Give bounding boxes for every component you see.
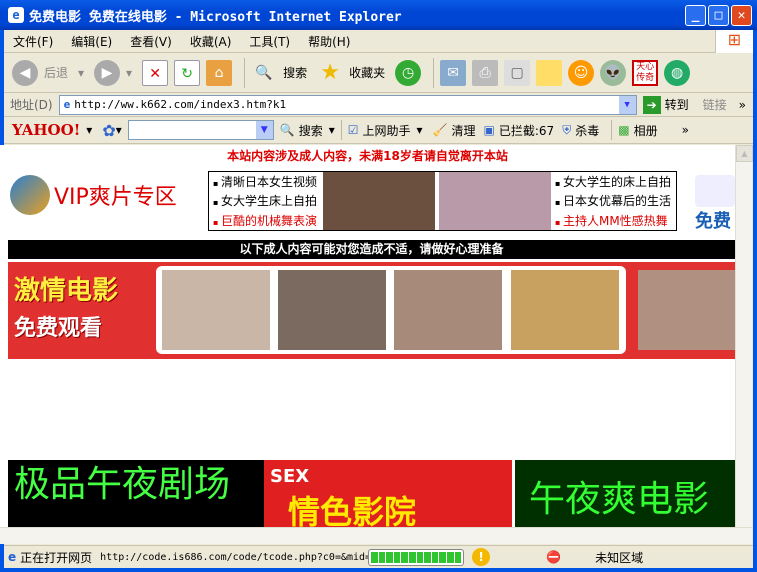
mail-icon[interactable]: ✉	[440, 59, 467, 86]
ad-link[interactable]: 女大学生的床上自拍	[555, 173, 671, 190]
side-ad-text: 免费	[695, 211, 731, 232]
menu-edit[interactable]: 编辑(E)	[62, 33, 121, 50]
thumbnail-strip	[156, 266, 626, 354]
search-button[interactable]: 搜索	[283, 64, 307, 81]
flower-icon[interactable]: ✿	[102, 121, 115, 140]
ad-image[interactable]	[323, 172, 435, 230]
yahoo-search-input[interactable]: ▼	[127, 120, 274, 140]
forward-icon[interactable]: ▶	[94, 59, 121, 86]
vip-banner[interactable]: VIP爽片专区	[10, 175, 177, 215]
side-ad[interactable]: 免费	[695, 175, 735, 235]
maximize-button[interactable]: □	[708, 5, 729, 26]
edit-icon[interactable]: ▢	[504, 59, 531, 86]
tianxin-icon[interactable]: 天心传奇	[632, 59, 659, 86]
status-bar: e 正在打开网页 http://code.is686.com/code/tcod…	[4, 545, 753, 568]
address-input[interactable]: e http://ww.k662.com/index3.htm?k1 ▼	[58, 94, 637, 115]
clean-button[interactable]: 清理	[452, 122, 476, 139]
ad-link[interactable]: 女大学生床上自拍	[213, 192, 317, 209]
menu-help[interactable]: 帮助(H)	[299, 33, 359, 50]
stop-icon[interactable]: ✕	[142, 59, 169, 86]
warning-icon[interactable]: !	[472, 548, 491, 566]
window-title: 免费电影 免费在线电影 - Microsoft Internet Explore…	[29, 9, 402, 25]
favorites-star-icon[interactable]: ★	[317, 60, 343, 86]
refresh-icon[interactable]: ↻	[174, 59, 201, 86]
favorites-button[interactable]: 收藏夹	[349, 64, 385, 81]
popup-block-icon: ▣	[483, 123, 495, 137]
film-reel-icon	[10, 175, 50, 215]
globe-icon[interactable]: ◍	[664, 59, 691, 86]
ad-link[interactable]: 巨酷的机械舞表演	[213, 212, 317, 229]
go-button[interactable]: 转到	[665, 96, 689, 113]
banner-erotic-cinema[interactable]: SEX 情色影院	[264, 460, 512, 527]
thumbnail[interactable]	[638, 270, 735, 350]
ad-link[interactable]: 主持人MM性感热舞	[555, 212, 671, 229]
yahoo-logo[interactable]: YAHOO!	[12, 121, 80, 139]
address-url[interactable]: http://ww.k662.com/index3.htm?k1	[74, 98, 286, 111]
thumbnail[interactable]	[511, 270, 619, 350]
yahoo-search-dropdown[interactable]: ▼	[255, 121, 273, 139]
note-icon[interactable]	[536, 59, 563, 86]
search-icon[interactable]: 🔍	[251, 60, 277, 86]
menu-file[interactable]: 文件(F)	[4, 33, 62, 50]
yahoo-toolbar: YAHOO! ▾ ✿ ▾ ▼ 🔍 搜索 ▾ ☑ 上网助手 ▾ 🧹 清理 ▣ 已拦截:6…	[4, 117, 753, 144]
menu-favorites[interactable]: 收藏(A)	[181, 33, 241, 50]
yahoo-search-button[interactable]: 搜索	[299, 122, 323, 139]
smiley-icon[interactable]: ☺	[568, 59, 595, 86]
thumbnail[interactable]	[278, 270, 386, 350]
address-bar: 地址(D) e http://ww.k662.com/index3.htm?k1…	[4, 93, 753, 117]
magnifier-icon: 🔍	[279, 123, 295, 137]
links-button[interactable]: 链接	[703, 96, 727, 113]
home-icon[interactable]: ⌂	[206, 59, 233, 86]
assistant-button[interactable]: 上网助手	[363, 122, 411, 139]
status-text: 正在打开网页	[20, 550, 93, 565]
go-icon[interactable]: ➔	[642, 95, 661, 114]
page-icon: e	[63, 98, 71, 111]
shield-icon: ⛨	[562, 122, 572, 137]
blocked-count[interactable]: 已拦截:67	[499, 122, 554, 139]
banner-midnight-movie[interactable]: 午夜爽电影	[515, 460, 735, 527]
ad-box: 清晰日本女生视频 女大学生床上自拍 巨酷的机械舞表演 女大学生的床上自拍 日本女…	[208, 171, 677, 231]
ad-image[interactable]	[439, 172, 551, 230]
movie-band[interactable]: 激情电影 免费观看	[8, 262, 735, 359]
album-button[interactable]: 相册	[634, 122, 658, 139]
back-icon[interactable]: ◀	[12, 59, 38, 86]
ad-link[interactable]: 清晰日本女生视频	[213, 173, 317, 190]
horizontal-scrollbar[interactable]	[0, 527, 752, 544]
back-button[interactable]: 后退	[44, 64, 68, 81]
antivirus-button[interactable]: 杀毒	[575, 122, 599, 139]
web-page: 本站内容涉及成人内容，未满18岁者请自觉离开本站 VIP爽片专区 清晰日本女生视…	[0, 145, 735, 527]
broom-icon: 🧹	[432, 123, 448, 137]
age-warning: 本站内容涉及成人内容，未满18岁者请自觉离开本站	[227, 149, 508, 163]
banner-midnight-theater[interactable]: 极品午夜剧场	[8, 460, 264, 527]
vertical-scrollbar[interactable]: ▲	[735, 145, 753, 527]
status-url: http://code.is686.com/code/tcode.php?c0=…	[100, 551, 369, 563]
album-icon: ▩	[618, 123, 630, 137]
vip-title: VIP爽片专区	[54, 185, 177, 210]
thumbnail[interactable]	[394, 270, 502, 350]
standard-toolbar: ◀ 后退 ▾ ▶ ▾ ✕ ↻ ⌂ 🔍 搜索 ★ 收藏夹 ◷ ✉ ⎙ ▢ ☺ 👽 …	[4, 53, 753, 93]
address-dropdown[interactable]: ▼	[618, 95, 636, 114]
menu-view[interactable]: 查看(V)	[121, 33, 181, 50]
content-notice: 以下成人内容可能对您造成不适，请做好心理准备	[8, 240, 735, 259]
ie-icon: e	[8, 7, 24, 23]
close-button[interactable]: ✕	[731, 5, 752, 26]
assistant-icon: ☑	[347, 123, 359, 137]
security-zone: 未知区域	[595, 550, 644, 565]
ad-link[interactable]: 日本女优幕后的生活	[555, 192, 671, 209]
title-bar: e 免费电影 免费在线电影 - Microsoft Internet Explo…	[0, 0, 757, 30]
history-icon[interactable]: ◷	[395, 59, 422, 86]
progress-bar	[368, 548, 465, 566]
popup-blocker-icon[interactable]: ⛔	[546, 550, 561, 564]
address-label: 地址(D)	[10, 98, 53, 112]
band-title: 激情电影 免费观看	[14, 276, 119, 341]
thumbnail[interactable]	[162, 270, 270, 350]
print-icon[interactable]: ⎙	[472, 59, 499, 86]
minimize-button[interactable]: _	[685, 5, 706, 26]
menu-bar: 文件(F) 编辑(E) 查看(V) 收藏(A) 工具(T) 帮助(H)	[4, 30, 753, 53]
page-loading-icon: e	[8, 550, 17, 564]
menu-tools[interactable]: 工具(T)	[240, 33, 299, 50]
alien-icon[interactable]: 👽	[600, 59, 627, 86]
windows-logo-icon: ⊞	[715, 30, 753, 53]
